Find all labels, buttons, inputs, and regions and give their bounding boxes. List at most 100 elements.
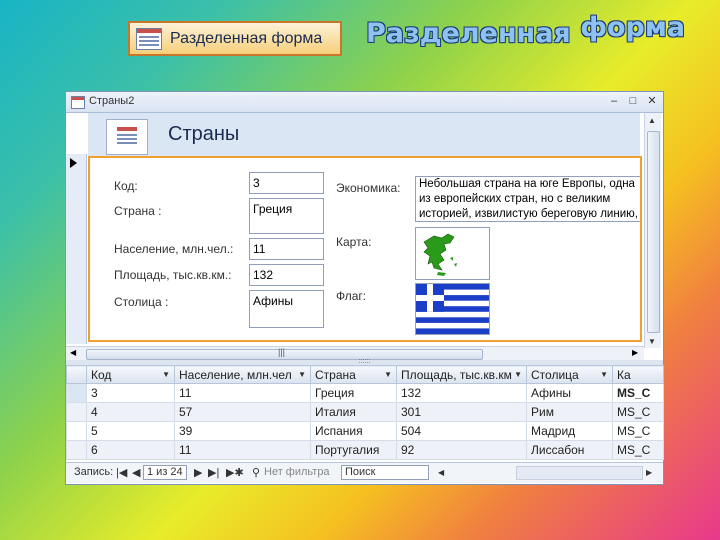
label-map: Карта:: [336, 235, 372, 249]
field-flag-image[interactable]: [415, 283, 490, 335]
table-row[interactable]: 4 57 Италия 301 Рим MS_C: [66, 402, 664, 422]
label-code: Код:: [114, 179, 138, 193]
record-label: Запись:: [74, 466, 114, 478]
dropdown-arrow-icon[interactable]: ▼: [384, 370, 392, 379]
form-header: Страны: [88, 113, 640, 157]
table-header-row: Код ▼ Население, млн.чел ▼ Страна ▼ Площадь…: [66, 365, 664, 384]
cell-population[interactable]: 39: [174, 421, 311, 441]
cell-code[interactable]: 4: [86, 402, 175, 422]
grid-scroll-left-icon[interactable]: ◀: [438, 468, 444, 477]
table-row[interactable]: 3 11 Греция 132 Афины MS_C: [66, 383, 664, 403]
first-record-icon[interactable]: |◀: [116, 466, 127, 479]
close-button[interactable]: ✕: [645, 94, 659, 108]
cell-country[interactable]: Греция: [310, 383, 397, 403]
column-header-capital[interactable]: Столица ▼: [526, 365, 613, 384]
field-population[interactable]: 11: [249, 238, 324, 260]
scroll-right-icon[interactable]: ▶: [632, 348, 638, 357]
row-selector[interactable]: [66, 402, 87, 422]
record-selector[interactable]: [66, 154, 87, 344]
cell-code[interactable]: 6: [86, 440, 175, 460]
field-code[interactable]: 3: [249, 172, 324, 194]
cell-country[interactable]: Испания: [310, 421, 397, 441]
dropdown-arrow-icon[interactable]: ▼: [600, 370, 608, 379]
cell-capital[interactable]: Рим: [526, 402, 613, 422]
split-form-button-label: Разделенная форма: [170, 29, 323, 47]
row-selector[interactable]: [66, 383, 87, 403]
grid-scroll-right-icon[interactable]: ▶: [646, 468, 652, 477]
form-vertical-scrollbar[interactable]: ▲ ▼: [644, 113, 661, 348]
field-economy[interactable]: Небольшая страна на юге Европы, одна из …: [415, 176, 640, 222]
form-detail-section: Код: 3 Страна : Греция Население, млн.че…: [88, 156, 642, 342]
greece-flag-image: [416, 284, 489, 334]
last-record-icon[interactable]: ▶|: [208, 466, 219, 479]
field-area[interactable]: 132: [249, 264, 324, 286]
maximize-button[interactable]: □: [626, 94, 640, 108]
cell-extra[interactable]: MS_C: [612, 440, 664, 460]
form-icon: [71, 96, 85, 109]
cell-population[interactable]: 11: [174, 440, 311, 460]
cell-capital[interactable]: Афины: [526, 383, 613, 403]
row-selector[interactable]: [66, 421, 87, 441]
cell-population[interactable]: 57: [174, 402, 311, 422]
field-capital[interactable]: Афины: [249, 290, 324, 328]
cell-country[interactable]: Италия: [310, 402, 397, 422]
row-selector-header[interactable]: [66, 365, 87, 384]
datasheet-table: Код ▼ Население, млн.чел ▼ Страна ▼ Площадь…: [66, 365, 664, 460]
search-input[interactable]: Поиск: [341, 465, 429, 480]
cell-country[interactable]: Португалия: [310, 440, 397, 460]
column-header-area[interactable]: Площадь, тыс.кв.км ▼: [396, 365, 527, 384]
scroll-left-icon[interactable]: ◀: [70, 348, 76, 357]
next-record-icon[interactable]: ▶: [194, 466, 202, 479]
previous-record-icon[interactable]: ◀: [132, 466, 140, 479]
cell-population[interactable]: 11: [174, 383, 311, 403]
column-header-country[interactable]: Страна ▼: [310, 365, 397, 384]
scroll-thumb[interactable]: [647, 131, 660, 333]
new-record-icon[interactable]: ▶✱: [226, 466, 244, 479]
slide-title: Разделенная форма: [366, 12, 685, 49]
form-horizontal-scrollbar[interactable]: ◀ ||| ▶: [66, 346, 644, 361]
record-navigation-bar: Запись: |◀ ◀ 1 из 24 ▶ ▶| ▶✱ ⚲ Нет фильт…: [66, 462, 663, 483]
cell-extra[interactable]: MS_C: [612, 421, 664, 441]
cell-code[interactable]: 3: [86, 383, 175, 403]
dropdown-arrow-icon[interactable]: ▼: [162, 370, 170, 379]
field-country[interactable]: Греция: [249, 198, 324, 234]
column-header-population[interactable]: Население, млн.чел ▼: [174, 365, 311, 384]
cell-extra[interactable]: MS_C: [612, 402, 664, 422]
dropdown-arrow-icon[interactable]: ▼: [298, 370, 306, 379]
cell-capital[interactable]: Лиссабон: [526, 440, 613, 460]
record-position-field[interactable]: 1 из 24: [143, 465, 187, 480]
split-form-button[interactable]: Разделенная форма: [128, 21, 342, 56]
label-population: Население, млн.чел.:: [114, 242, 234, 256]
cell-area[interactable]: 132: [396, 383, 527, 403]
cell-code[interactable]: 5: [86, 421, 175, 441]
cell-area[interactable]: 504: [396, 421, 527, 441]
label-flag: Флаг:: [336, 289, 367, 303]
scroll-up-icon[interactable]: ▲: [648, 116, 656, 125]
greece-map-image: [423, 233, 457, 276]
cell-area[interactable]: 301: [396, 402, 527, 422]
cell-area[interactable]: 92: [396, 440, 527, 460]
cell-capital[interactable]: Мадрид: [526, 421, 613, 441]
table-row[interactable]: 6 11 Португалия 92 Лиссабон MS_C: [66, 440, 664, 460]
label-economy: Экономика:: [336, 181, 401, 195]
grid-horizontal-scrollbar[interactable]: [516, 466, 643, 480]
cell-extra[interactable]: MS_C: [612, 383, 664, 403]
form-icon: [106, 119, 148, 155]
scroll-down-icon[interactable]: ▼: [648, 337, 656, 346]
table-row[interactable]: 5 39 Испания 504 Мадрид MS_C: [66, 421, 664, 441]
label-country: Страна :: [114, 204, 162, 218]
row-selector[interactable]: [66, 440, 87, 460]
minimize-button[interactable]: –: [607, 94, 621, 108]
access-form-window: Страны2 – □ ✕ Страны Код: 3 Страна : Гре…: [65, 91, 664, 485]
dropdown-arrow-icon[interactable]: ▼: [514, 370, 522, 379]
label-area: Площадь, тыс.кв.км.:: [114, 268, 232, 282]
column-header-extra[interactable]: Ка: [612, 365, 664, 384]
column-header-code[interactable]: Код ▼: [86, 365, 175, 384]
slide-title-word1: Разделенная: [366, 18, 571, 49]
slide-title-word2: форма: [580, 12, 686, 43]
field-map-image[interactable]: [415, 227, 490, 280]
filter-status[interactable]: Нет фильтра: [264, 466, 330, 478]
hscroll-grip-icon: |||: [278, 347, 286, 357]
current-record-arrow-icon: [70, 158, 77, 168]
window-titlebar: Страны2 – □ ✕: [66, 92, 663, 113]
